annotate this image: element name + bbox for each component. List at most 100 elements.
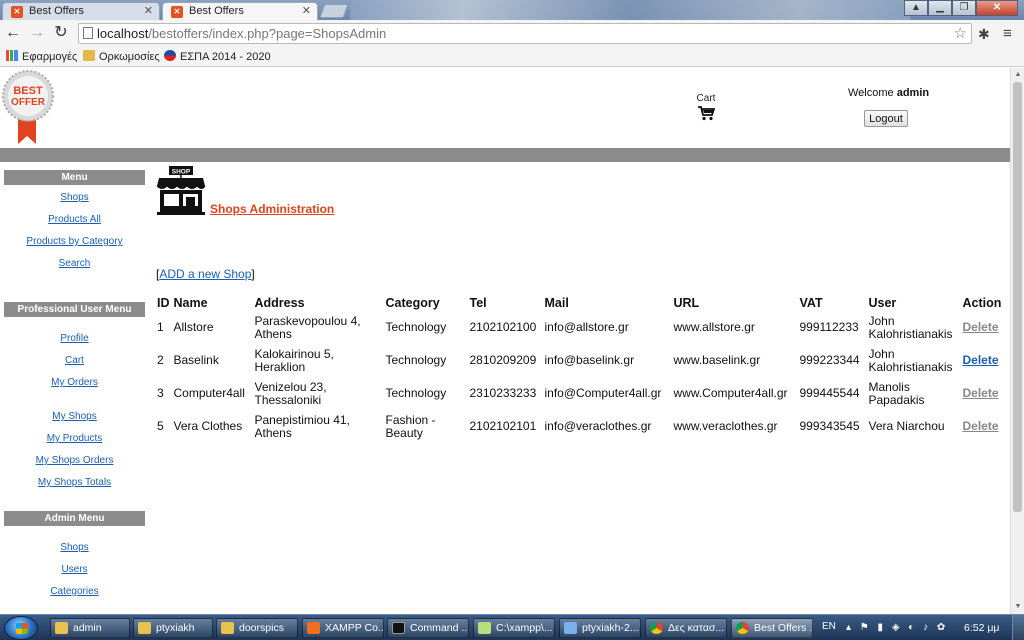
table-row: 5 Vera Clothes Panepistimiou 41, Athens …	[155, 410, 1007, 443]
best-offer-logo: BEST OFFER	[2, 70, 54, 144]
sidebar-item-my-orders[interactable]: My Orders	[4, 377, 145, 389]
taskbar-item[interactable]: doorspics	[216, 618, 298, 638]
cell-address: Venizelou 23, Thessaloniki	[254, 379, 327, 407]
cell-user: Vera Niarchou	[868, 419, 945, 433]
bookmark-espa[interactable]: ΕΣΠΑ 2014 - 2020	[164, 50, 271, 64]
column-header: Name	[173, 296, 208, 310]
page-title[interactable]: Shops Administration	[210, 202, 334, 216]
cell-mail: info@baselink.gr	[544, 353, 635, 367]
taskbar-item-label: C:\xampp\...	[496, 622, 553, 634]
taskbar-item[interactable]: XAMPP Co...	[302, 618, 384, 638]
taskbar-item-label: Command ...	[410, 622, 469, 634]
sidebar-item-profile[interactable]: Profile	[4, 333, 145, 345]
cell-name: Vera Clothes	[173, 419, 243, 433]
taskbar-clock[interactable]: 6:52 μμ	[964, 622, 999, 634]
taskbar-item[interactable]: Command ...	[387, 618, 469, 638]
bookmark-apps[interactable]: Εφαρμογές	[6, 50, 77, 64]
maximize-icon[interactable]: ❐	[952, 0, 976, 16]
cell-address: Kalokairinou 5, Heraklion	[254, 346, 334, 374]
bookmarks-bar: Εφαρμογές Ορκωμοσίες ΕΣΠΑ 2014 - 2020	[0, 47, 1024, 67]
taskbar-item-label: admin	[73, 622, 102, 634]
browser-tab-1[interactable]: ✕ Best Offers ✕	[2, 2, 160, 20]
header-divider-band	[0, 148, 1010, 162]
cell-name: Baselink	[173, 353, 219, 367]
address-bar[interactable]: localhost/bestoffers/index.php?page=Shop…	[78, 23, 972, 44]
scroll-down-arrow-icon[interactable]: ▼	[1013, 602, 1023, 612]
cell-user: Manolis Papadakis	[868, 379, 925, 407]
taskbar-item[interactable]: ptyxiakh-2...	[559, 618, 641, 638]
browser-tab-2[interactable]: ✕ Best Offers ✕	[162, 2, 318, 20]
sidebar-item-admin-shops[interactable]: Shops	[4, 542, 145, 554]
tab-close-icon[interactable]: ✕	[144, 3, 153, 20]
page-scrollbar[interactable]: ▲ ▼	[1010, 68, 1024, 614]
close-window-icon[interactable]: ✕	[976, 0, 1018, 16]
minimize-icon[interactable]: ▁	[928, 0, 952, 16]
bookmark-folder[interactable]: Ορκωμοσίες	[83, 50, 160, 64]
show-desktop-button[interactable]	[1012, 615, 1024, 640]
add-new-shop-link[interactable]: ADD a new Shop	[159, 267, 251, 281]
cell-address: Panepistimiou 41, Athens	[254, 412, 350, 440]
new-tab-button[interactable]	[319, 4, 349, 18]
taskbar-item[interactable]: Best Offers ...	[731, 618, 813, 638]
table-row: 3 Computer4all Venizelou 23, Thessalonik…	[155, 377, 1007, 410]
cell-user: John Kalohristianakis	[868, 346, 953, 374]
table-header-row: ID Name Address Category Tel Mail URL VA…	[155, 295, 1007, 311]
sidebar-item-admin-categories[interactable]: Categories	[4, 586, 145, 598]
scroll-thumb[interactable]	[1013, 82, 1022, 512]
taskbar-item[interactable]: admin	[50, 618, 130, 638]
cell-mail: info@Computer4all.gr	[544, 386, 662, 400]
folder-icon	[83, 50, 95, 61]
sidebar-item-shops[interactable]: Shops	[4, 192, 145, 204]
sidebar-item-my-shops[interactable]: My Shops	[4, 411, 145, 423]
column-header: Category	[385, 296, 440, 310]
sidebar-item-cart[interactable]: Cart	[4, 355, 145, 367]
taskbar-item[interactable]: C:\xampp\...	[473, 618, 555, 638]
svg-text:SHOP: SHOP	[172, 169, 191, 176]
delete-link[interactable]: Delete	[963, 419, 999, 433]
tab-close-icon[interactable]: ✕	[302, 3, 311, 20]
logout-button[interactable]: Logout	[864, 110, 908, 127]
cmd-icon	[392, 622, 405, 634]
sidebar-item-search[interactable]: Search	[4, 258, 145, 270]
sidebar-item-products-by-category[interactable]: Products by Category	[4, 236, 145, 248]
sidebar-item-products-all[interactable]: Products All	[4, 214, 145, 226]
folder-icon	[138, 622, 151, 634]
taskbar-item[interactable]: ptyxiakh	[133, 618, 213, 638]
sidebar-item-admin-users[interactable]: Users	[4, 564, 145, 576]
admin-menu-heading: Admin Menu	[4, 511, 145, 526]
cell-url: www.Computer4all.gr	[673, 386, 788, 400]
reload-icon[interactable]: ↻	[52, 24, 70, 42]
delete-link[interactable]: Delete	[963, 386, 999, 400]
language-indicator[interactable]: EN	[822, 621, 836, 632]
column-header: ID	[157, 296, 170, 310]
cell-user: John Kalohristianakis	[868, 313, 953, 341]
cell-name: Allstore	[173, 320, 214, 334]
sidebar-item-my-shops-orders[interactable]: My Shops Orders	[4, 455, 145, 467]
bookmark-star-icon[interactable]: ☆	[954, 24, 967, 43]
sidebar-item-my-products[interactable]: My Products	[4, 433, 145, 445]
extension-icon[interactable]: ✱	[978, 26, 990, 43]
bookmark-label: Ορκωμοσίες	[99, 51, 160, 63]
system-tray-icons[interactable]: ▴ ⚑ ▮ ◈ ◐ ♪ ✿	[846, 622, 948, 633]
folder-icon	[55, 622, 68, 634]
delete-link[interactable]: Delete	[963, 320, 999, 334]
sidebar-item-my-shops-totals[interactable]: My Shops Totals	[4, 477, 145, 489]
chrome-menu-icon[interactable]: ≡	[1003, 25, 1012, 42]
taskbar-item[interactable]: Δες κατασ...	[645, 618, 727, 638]
scroll-up-arrow-icon[interactable]: ▲	[1013, 70, 1023, 80]
cell-id: 2	[157, 353, 164, 367]
xampp-icon	[307, 622, 320, 634]
start-button[interactable]	[4, 616, 38, 640]
forward-arrow-icon[interactable]: →	[28, 24, 46, 42]
window-menu-icon[interactable]: ▲	[904, 0, 928, 16]
cell-vat: 999343545	[799, 419, 860, 433]
chrome-icon	[650, 622, 663, 634]
cart-link[interactable]: Cart	[690, 93, 722, 121]
taskbar-item-label: ptyxiakh	[156, 622, 195, 634]
column-header: Mail	[544, 296, 569, 310]
page-icon	[83, 27, 93, 39]
cell-tel: 2310233233	[469, 386, 537, 400]
welcome-prefix: Welcome	[848, 87, 894, 99]
delete-link[interactable]: Delete	[963, 353, 999, 367]
back-arrow-icon[interactable]: ←	[4, 24, 22, 42]
